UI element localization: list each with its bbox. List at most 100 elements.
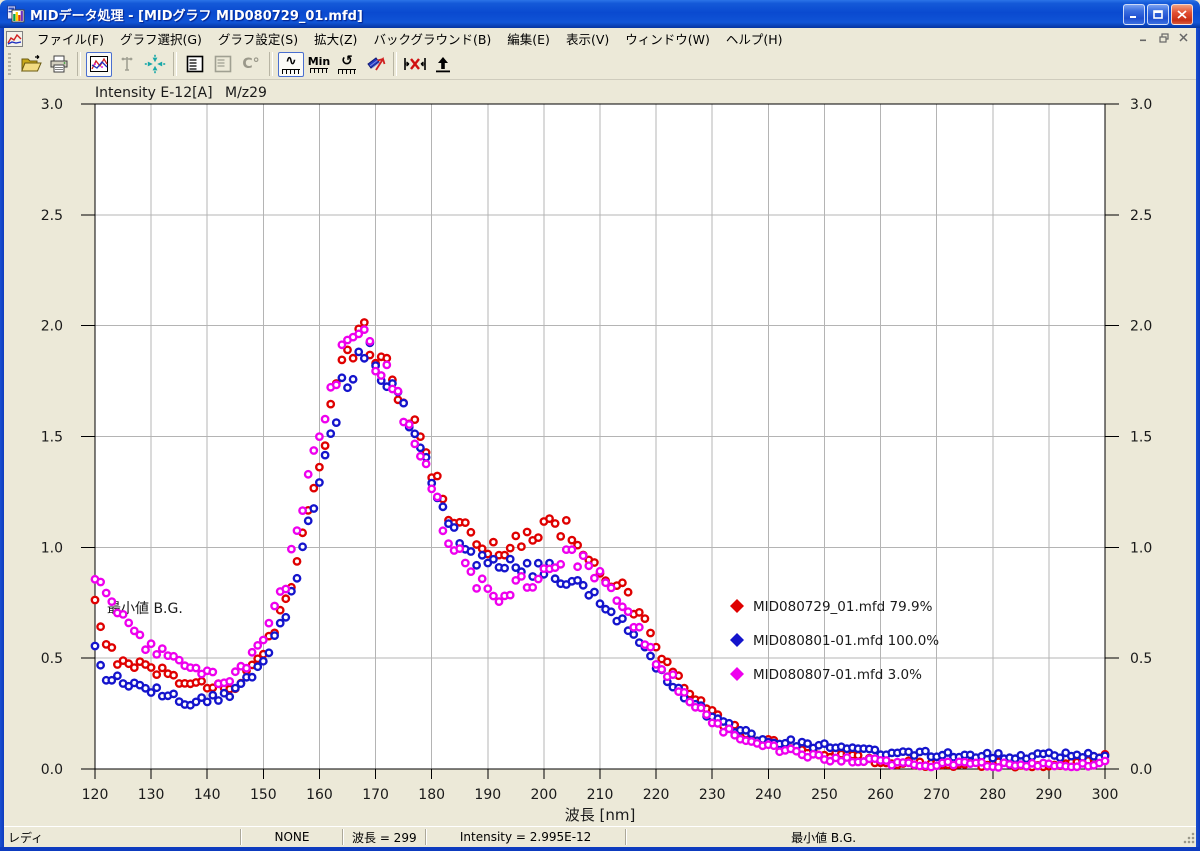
maximize-button[interactable]: [1147, 4, 1169, 25]
recalc-button[interactable]: ↺: [334, 52, 360, 77]
data-point: [137, 632, 143, 638]
data-point: [647, 653, 653, 659]
chart-canvas[interactable]: 1201301401501601701801902002102202302402…: [0, 80, 1200, 826]
fit-view-button[interactable]: [142, 52, 168, 77]
ruler-icon: [338, 69, 356, 74]
data-point: [524, 560, 530, 566]
data-point: [227, 678, 233, 684]
menubar-item-view[interactable]: 表示(V): [558, 27, 617, 51]
data-point: [395, 388, 401, 394]
data-point: [316, 433, 322, 439]
menubar-item-graph-select[interactable]: グラフ選択(G): [112, 27, 210, 51]
toolbar-separator: [269, 52, 273, 76]
data-point: [154, 651, 160, 657]
data-point: [558, 533, 564, 539]
window-border-left: [0, 28, 4, 851]
data-point: [479, 576, 485, 582]
data-point: [255, 642, 261, 648]
data-list-2-button[interactable]: [210, 52, 236, 77]
data-point: [266, 620, 272, 626]
x-axis-title: 波長 [nm]: [565, 806, 636, 824]
ruler-icon: [282, 69, 300, 74]
data-point: [608, 609, 614, 615]
data-point: [647, 630, 653, 636]
data-point: [97, 624, 103, 630]
data-point: [681, 689, 687, 695]
data-point: [569, 547, 575, 553]
menubar-item-zoom[interactable]: 拡大(Z): [306, 27, 365, 51]
menu-bar: ファイル(F)グラフ選択(G)グラフ設定(S)拡大(Z)バックグラウンド(B)編…: [0, 28, 1200, 50]
x-range-cancel-icon: [403, 54, 427, 74]
close-button[interactable]: [1171, 4, 1193, 25]
background-subtract-button[interactable]: [362, 52, 388, 77]
data-point: [614, 597, 620, 603]
data-point: [148, 641, 154, 647]
x-tick-label: 190: [474, 787, 501, 803]
data-point: [299, 544, 305, 550]
data-point: [97, 579, 103, 585]
data-point: [631, 631, 637, 637]
data-point: [339, 357, 345, 363]
celsius-icon: C°: [242, 57, 259, 71]
data-point: [490, 556, 496, 562]
smoothing-button[interactable]: ∿: [278, 52, 304, 77]
marker-button[interactable]: [114, 52, 140, 77]
x-tick-label: 300: [1092, 787, 1119, 803]
x-tick-label: 220: [643, 787, 670, 803]
menubar-item-file[interactable]: ファイル(F): [29, 27, 112, 51]
export-up-button[interactable]: [430, 52, 456, 77]
data-point: [507, 592, 513, 598]
menubar-item-edit[interactable]: 編集(E): [499, 27, 558, 51]
data-point: [400, 400, 406, 406]
data-point: [328, 401, 334, 407]
data-point: [215, 697, 221, 703]
minimum-button[interactable]: Min: [306, 52, 332, 77]
data-point: [591, 575, 597, 581]
legend-label-3: MID080807-01.mfd 3.0%: [753, 667, 922, 683]
minimize-button[interactable]: [1123, 4, 1145, 25]
y-tick-label-left: 2.5: [41, 208, 63, 224]
data-point: [687, 699, 693, 705]
menubar-item-graph-settings[interactable]: グラフ設定(S): [210, 27, 306, 51]
data-point: [715, 720, 721, 726]
mdi-minimize-button[interactable]: [1135, 30, 1152, 45]
status-mode: NONE: [242, 827, 342, 847]
menubar-item-background[interactable]: バックグラウンド(B): [365, 27, 499, 51]
data-point: [243, 665, 249, 671]
data-point: [299, 507, 305, 513]
data-point: [367, 338, 373, 344]
menubar-item-help[interactable]: ヘルプ(H): [718, 27, 791, 51]
data-point: [597, 568, 603, 574]
data-point: [462, 519, 468, 525]
data-point: [558, 561, 564, 567]
data-point: [445, 540, 451, 546]
x-tick-label: 280: [979, 787, 1006, 803]
mdi-close-button[interactable]: [1175, 30, 1192, 45]
clear-x-button[interactable]: [402, 52, 428, 77]
temperature-button[interactable]: C°: [238, 52, 264, 77]
x-tick-label: 260: [867, 787, 894, 803]
menubar-item-window[interactable]: ウィンドウ(W): [617, 27, 718, 51]
app-icon: [7, 5, 25, 23]
resize-grip-icon[interactable]: [1183, 832, 1195, 844]
mdi-restore-button[interactable]: [1155, 30, 1172, 45]
title-bar: MIDデータ処理 - [MIDグラフ MID080729_01.mfd]: [0, 0, 1200, 28]
data-point: [103, 590, 109, 596]
graph-display-button[interactable]: [86, 52, 112, 77]
list-disabled-icon: [212, 54, 234, 74]
window-border-right: [1196, 28, 1200, 851]
data-point: [703, 711, 709, 717]
data-point: [771, 743, 777, 749]
open-folder-icon: [20, 54, 42, 74]
toolbar-grip[interactable]: [8, 53, 11, 75]
window-title: MIDデータ処理 - [MIDグラフ MID080729_01.mfd]: [30, 5, 363, 24]
x-tick-label: 240: [755, 787, 782, 803]
print-button[interactable]: [46, 52, 72, 77]
brush-arrow-icon: [364, 54, 386, 74]
data-point: [384, 362, 390, 368]
data-point: [434, 494, 440, 500]
open-file-button[interactable]: [18, 52, 44, 77]
data-list-button[interactable]: [182, 52, 208, 77]
data-point: [479, 552, 485, 558]
data-point: [311, 505, 317, 511]
